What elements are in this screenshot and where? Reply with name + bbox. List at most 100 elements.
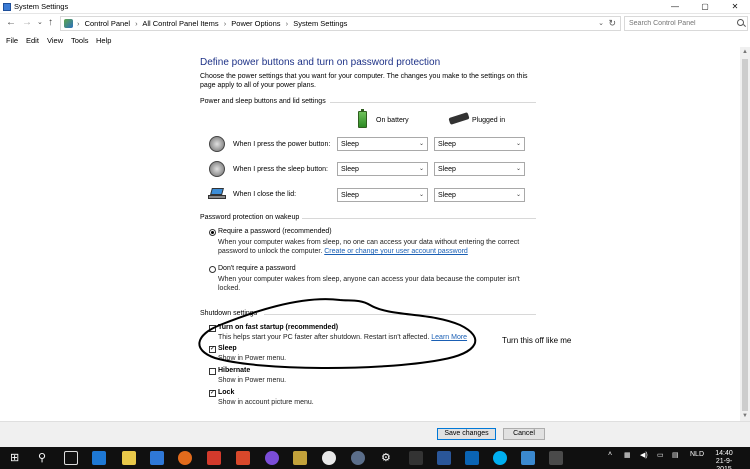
- sleep-button-plugged-select[interactable]: Sleep ⌄: [434, 162, 525, 176]
- select-value: Sleep: [438, 166, 456, 173]
- start-windows-icon[interactable]: ⊞: [10, 451, 19, 465]
- address-dropdown-icon[interactable]: ⌄: [598, 19, 604, 27]
- page-title: Define power buttons and turn on passwor…: [200, 57, 441, 68]
- app-icon[interactable]: [265, 451, 279, 465]
- annotation-text: Turn this off like me: [502, 336, 572, 345]
- select-value: Sleep: [438, 141, 456, 148]
- taskbar: ⊞ ⚲ ⚙ ˄ ▦ ◀) ▭ ▤ NLD 14:40 21-9-2015: [0, 447, 750, 469]
- group-divider: [302, 218, 536, 219]
- change-password-link[interactable]: Create or change your user account passw…: [324, 248, 468, 255]
- search-icon[interactable]: [737, 19, 744, 26]
- vertical-scrollbar[interactable]: ▲ ▼: [740, 47, 750, 421]
- breadcrumb-separator: ›: [135, 19, 138, 28]
- chevron-down-icon: ⌄: [418, 192, 424, 198]
- breadcrumb-separator: ›: [77, 19, 80, 28]
- search-box[interactable]: [624, 16, 748, 31]
- chevron-down-icon: ⌄: [515, 192, 521, 198]
- firefox-icon[interactable]: [178, 451, 192, 465]
- battery-tray-icon[interactable]: ▭: [657, 451, 664, 459]
- notifications-icon[interactable]: ▤: [672, 451, 679, 459]
- outlook-icon[interactable]: [465, 451, 479, 465]
- tray-chevron-icon[interactable]: ˄: [608, 451, 612, 458]
- no-password-radio[interactable]: [209, 266, 216, 273]
- menu-tools[interactable]: Tools: [71, 36, 89, 45]
- lock-description: Show in account picture menu.: [218, 399, 314, 406]
- itunes-icon[interactable]: [322, 451, 336, 465]
- lock-label[interactable]: Lock: [218, 389, 234, 396]
- steam-icon[interactable]: [351, 451, 365, 465]
- menu-bar: File Edit View Tools Help: [0, 33, 750, 47]
- power-button-battery-select[interactable]: Sleep ⌄: [337, 137, 428, 151]
- address-bar[interactable]: › Control Panel › All Control Panel Item…: [60, 16, 621, 31]
- breadcrumb-all-items[interactable]: All Control Panel Items: [142, 19, 218, 28]
- app-icon[interactable]: [409, 451, 423, 465]
- lock-checkbox[interactable]: ✓: [209, 390, 216, 397]
- volume-icon[interactable]: ◀): [640, 451, 648, 459]
- back-button[interactable]: ←: [6, 17, 16, 29]
- require-password-label[interactable]: Require a password (recommended): [218, 228, 332, 235]
- scrollbar-thumb[interactable]: [742, 59, 748, 411]
- scroll-down-icon[interactable]: ▼: [742, 413, 748, 419]
- no-password-description: When your computer wakes from sleep, any…: [218, 276, 520, 292]
- window-title: System Settings: [14, 2, 69, 11]
- column-on-battery: On battery: [376, 117, 409, 124]
- breadcrumb-control-panel[interactable]: Control Panel: [85, 19, 130, 28]
- chevron-down-icon: ⌄: [515, 166, 521, 172]
- no-password-label[interactable]: Don't require a password: [218, 265, 296, 272]
- menu-help[interactable]: Help: [96, 36, 111, 45]
- network-icon[interactable]: ▦: [624, 451, 631, 459]
- footer-bar: Save changes Cancel: [0, 421, 750, 447]
- breadcrumb-power-options[interactable]: Power Options: [231, 19, 280, 28]
- chevron-down-icon: ⌄: [418, 141, 424, 147]
- store-icon[interactable]: [150, 451, 164, 465]
- cancel-button[interactable]: Cancel: [503, 428, 545, 440]
- breadcrumb: › Control Panel › All Control Panel Item…: [77, 19, 350, 28]
- clock[interactable]: 14:40 21-9-2015: [709, 450, 739, 469]
- popcorn-app-icon[interactable]: [236, 451, 250, 465]
- app-icon[interactable]: [549, 451, 563, 465]
- close-lid-plugged-select[interactable]: Sleep ⌄: [434, 188, 525, 202]
- forward-button[interactable]: →: [22, 17, 32, 29]
- menu-file[interactable]: File: [6, 36, 18, 45]
- refresh-icon[interactable]: ↻: [608, 18, 616, 29]
- breadcrumb-system-settings[interactable]: System Settings: [293, 19, 347, 28]
- app-icon[interactable]: [207, 451, 221, 465]
- search-icon[interactable]: ⚲: [38, 451, 46, 465]
- control-panel-taskbar-icon[interactable]: [521, 451, 535, 465]
- select-value: Sleep: [341, 141, 359, 148]
- up-button[interactable]: ↑: [48, 17, 53, 29]
- breadcrumb-separator: ›: [223, 19, 227, 28]
- scroll-up-icon[interactable]: ▲: [742, 49, 748, 55]
- file-explorer-icon[interactable]: [122, 451, 136, 465]
- breadcrumb-separator: ›: [285, 19, 289, 28]
- language-indicator[interactable]: NLD: [690, 451, 704, 458]
- group-password-title: Password protection on wakeup: [200, 214, 300, 221]
- chevron-down-icon: ⌄: [515, 141, 521, 147]
- recent-locations-button[interactable]: ⌄: [37, 17, 43, 29]
- menu-edit[interactable]: Edit: [26, 36, 39, 45]
- app-icon[interactable]: [293, 451, 307, 465]
- search-input[interactable]: [625, 17, 735, 30]
- hibernate-description: Show in Power menu.: [218, 377, 287, 384]
- sleep-button-battery-select[interactable]: Sleep ⌄: [337, 162, 428, 176]
- clock-date: 21-9-2015: [715, 458, 733, 469]
- close-lid-label: When I close the lid:: [233, 191, 297, 198]
- close-button[interactable]: ✕: [720, 0, 750, 14]
- close-lid-battery-select[interactable]: Sleep ⌄: [337, 188, 428, 202]
- edge-browser-icon[interactable]: [92, 451, 106, 465]
- minimize-button[interactable]: —: [660, 0, 690, 14]
- group-divider: [330, 102, 536, 103]
- require-password-radio[interactable]: [209, 229, 216, 236]
- power-button-plugged-select[interactable]: Sleep ⌄: [434, 137, 525, 151]
- select-value: Sleep: [438, 192, 456, 199]
- skype-icon[interactable]: [493, 451, 507, 465]
- sleep-button-label: When I press the sleep button:: [233, 166, 328, 173]
- column-plugged-in: Plugged in: [472, 117, 506, 124]
- save-changes-button[interactable]: Save changes: [437, 428, 496, 440]
- settings-gear-icon[interactable]: ⚙: [381, 451, 391, 465]
- power-button-label: When I press the power button:: [233, 141, 331, 148]
- task-view-icon[interactable]: [64, 451, 78, 465]
- menu-view[interactable]: View: [47, 36, 63, 45]
- maximize-button[interactable]: ▢: [690, 0, 720, 14]
- word-icon[interactable]: [437, 451, 451, 465]
